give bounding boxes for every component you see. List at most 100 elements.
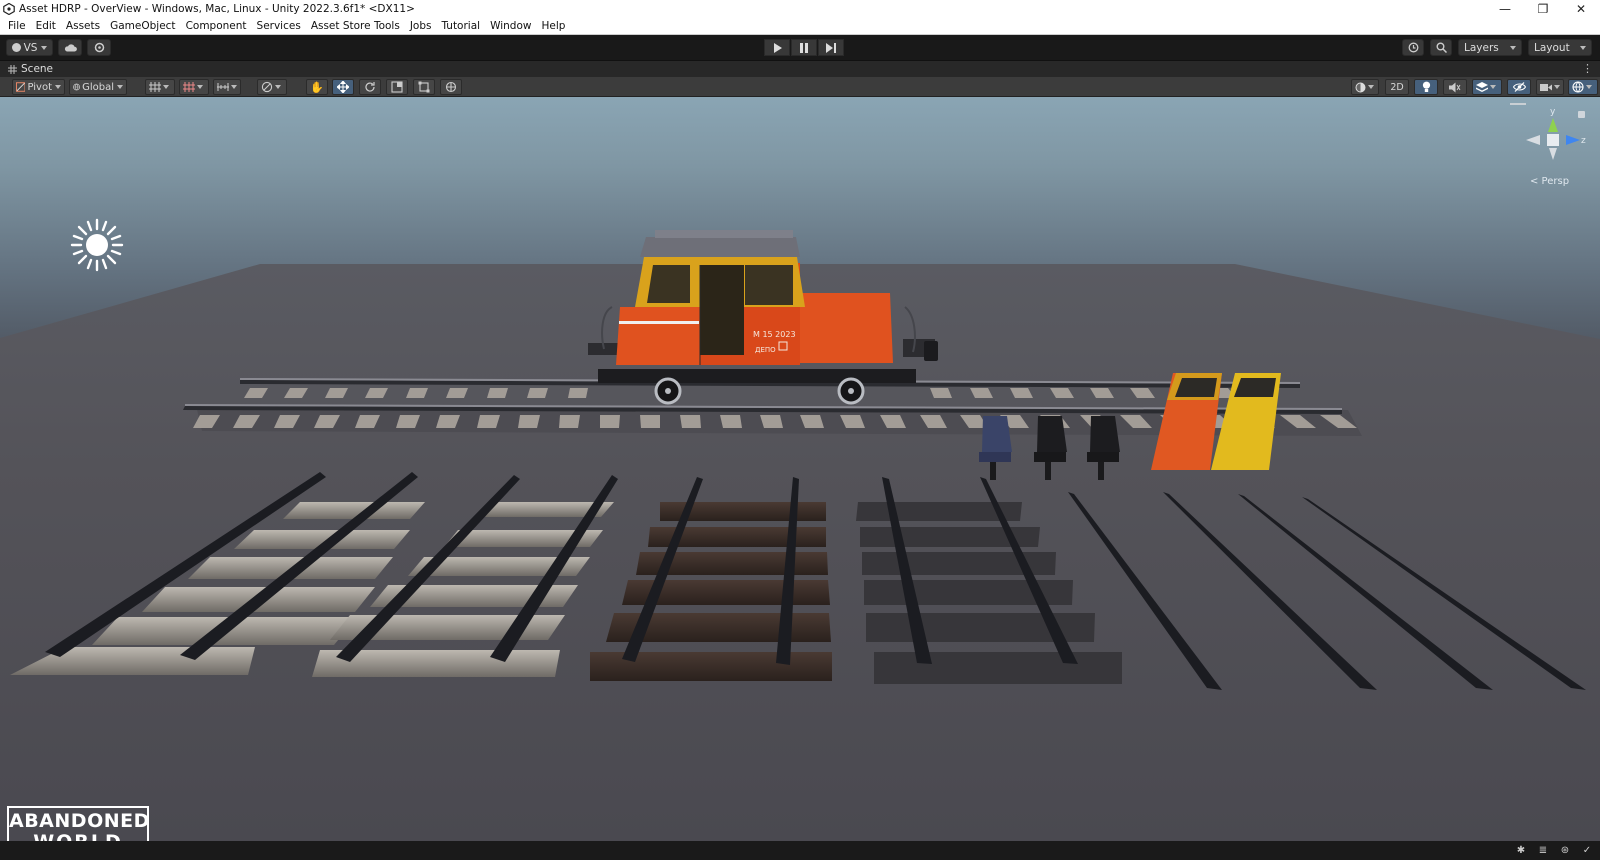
chevron-down-icon [1490,85,1496,89]
more-options-icon[interactable]: ⋮ [1582,62,1593,75]
grid-snap-button[interactable] [145,79,175,95]
chevron-down-icon [55,85,61,89]
menu-assets[interactable]: Assets [61,20,105,32]
layout-dropdown[interactable]: Layout [1528,39,1592,56]
minimize-button[interactable]: — [1486,0,1524,18]
tool-move[interactable] [332,79,354,95]
abandoned-world-logo: ABANDONED - WORLD - [7,806,149,841]
shading-mode-dropdown[interactable] [1351,79,1379,95]
menu-window[interactable]: Window [485,20,536,32]
menu-component[interactable]: Component [181,20,252,32]
speaker-mute-icon [1449,82,1461,92]
chevron-down-icon [1586,85,1592,89]
shading-sphere-icon [1355,82,1366,92]
gizmos-dropdown[interactable] [1568,79,1598,95]
tab-scene[interactable]: Scene [0,63,61,75]
snap-increment-icon [183,82,195,92]
menu-help[interactable]: Help [536,20,570,32]
close-button[interactable]: ✕ [1562,0,1600,18]
menu-gameobject[interactable]: GameObject [105,20,180,32]
global-label: Global [82,81,114,93]
projection-label[interactable]: < Persp [1530,176,1569,187]
global-dropdown[interactable]: Global [69,79,127,95]
pivot-icon [16,82,26,92]
scene-tab-bar: Scene ⋮ [0,60,1600,77]
step-icon [826,42,836,53]
scale-icon [391,81,403,93]
pause-button[interactable] [791,39,817,56]
mode-2d-label: 2D [1390,81,1404,93]
align-button[interactable] [213,79,241,95]
eye-slash-icon [1512,82,1526,92]
chevron-down-icon [1510,45,1516,50]
pivot-dropdown[interactable]: Pivot [12,79,65,95]
ruler-icon [217,83,229,91]
account-dropdown[interactable]: VS [6,39,53,56]
sun-light-icon[interactable] [70,218,124,272]
layers-dropdown[interactable]: Layers [1458,39,1522,56]
menu-edit[interactable]: Edit [31,20,61,32]
draisine-locomotive[interactable]: M 15 2023 ДЕПО [588,230,938,405]
chevron-down-icon [1368,85,1374,89]
cab-doors[interactable] [1151,373,1281,470]
gizmo-globe-icon [1572,81,1584,93]
collab-button[interactable] [87,39,111,56]
tool-rect[interactable] [413,79,435,95]
restore-button[interactable]: ❐ [1524,0,1562,18]
rotate-icon [365,82,375,92]
menu-asset-store-tools[interactable]: Asset Store Tools [306,20,405,32]
grid-icon [8,64,17,74]
loco-depot-text: ДЕПО [755,346,776,354]
scene-viewport[interactable]: M 15 2023 ДЕПО y z < Persp ABANDONED [0,97,1600,841]
globe-icon [73,83,80,91]
view-gizmo[interactable]: y z [1526,107,1586,160]
search-button[interactable] [1430,39,1452,56]
toggle-lighting-button[interactable] [1414,79,1438,95]
toggle-hidden-objects-button[interactable] [1507,79,1531,95]
camera-settings-dropdown[interactable] [1536,79,1564,95]
menu-bar: File Edit Assets GameObject Component Se… [0,18,1600,35]
toggle-2d-button[interactable]: 2D [1385,79,1409,95]
rect-tool-icon [418,81,430,93]
tool-hand[interactable]: ✋ [306,79,328,95]
menu-tutorial[interactable]: Tutorial [436,20,485,32]
tool-scale[interactable] [386,79,408,95]
step-button[interactable] [818,39,844,56]
gizmo-z-label: z [1581,136,1586,146]
transform-icon [445,81,457,93]
gizmo-y-label: y [1550,107,1556,117]
unity-logo-icon [3,3,15,15]
check-icon[interactable]: ✓ [1580,844,1594,858]
cache-icon[interactable]: ≣ [1536,844,1550,858]
play-button[interactable] [764,39,790,56]
viewport-menu-handle[interactable] [1510,103,1526,105]
status-bar: ✱ ≣ ⊛ ✓ [0,841,1600,860]
toolbar-right: Layers Layout [1402,39,1592,56]
bug-icon[interactable]: ⊛ [1558,844,1572,858]
window-controls: — ❐ ✕ [1486,0,1600,18]
hand-icon: ✋ [310,80,324,94]
play-controls [764,39,844,56]
tool-rotate[interactable] [359,79,381,95]
menu-file[interactable]: File [3,20,31,32]
chevron-down-icon [231,85,237,89]
toggle-audio-button[interactable] [1443,79,1467,95]
pivot-label: Pivot [27,81,52,93]
menu-services[interactable]: Services [252,20,306,32]
debug-icon[interactable]: ✱ [1514,844,1528,858]
loco-number-text: M 15 2023 [753,330,796,339]
camera-icon [1540,83,1552,91]
chevron-down-icon [275,85,281,89]
tool-transform[interactable] [440,79,462,95]
gizmo-draw-mode-button[interactable] [257,79,287,95]
scene-render: M 15 2023 ДЕПО y z [0,103,1600,841]
cloud-button[interactable] [58,39,82,56]
settings-icon [94,42,104,53]
undo-history-button[interactable] [1402,39,1424,56]
gizmo-lock-icon[interactable] [1578,111,1585,118]
menu-jobs[interactable]: Jobs [405,20,437,32]
lightbulb-icon [1422,81,1430,92]
effects-dropdown[interactable] [1472,79,1502,95]
increment-snap-button[interactable] [179,79,209,95]
layout-label: Layout [1534,41,1570,54]
